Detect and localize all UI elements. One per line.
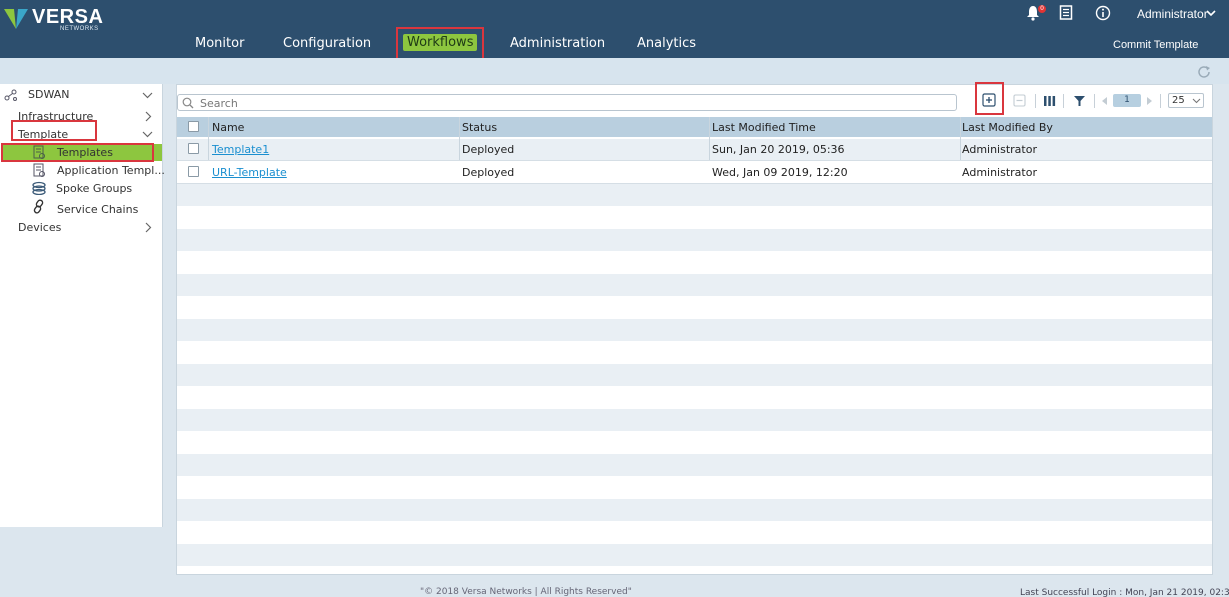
nav-monitor[interactable]: Monitor [195,36,244,51]
footer-last-login: Last Successful Login : Mon, Jan 21 2019… [1020,588,1229,597]
table-row-stripe [177,229,1212,251]
template-last-modified-time: Wed, Jan 09 2019, 12:20 [712,166,848,179]
template-name-link-text[interactable]: URL-Template [212,166,287,179]
task-list-icon[interactable] [1059,5,1073,20]
table-row-stripe [177,184,1212,206]
row-checkbox[interactable] [188,166,199,177]
table-row-stripe [177,364,1212,386]
toolbar-separator [1160,94,1161,108]
page-size-value: 25 [1172,95,1185,106]
top-header: VERSA NETWORKS Monitor Configuration Wor… [0,0,1229,58]
sdwan-network-icon [4,89,17,101]
service-chains-link-icon [33,199,44,214]
table-row-stripe [177,454,1212,476]
table-row[interactable]: Template1 Deployed Sun, Jan 20 2019, 05:… [177,138,1212,161]
page-size-select[interactable]: 25 [1168,93,1204,108]
versa-logo-icon [4,9,28,29]
columns-icon[interactable] [1043,95,1056,107]
template-last-modified-time: Sun, Jan 20 2019, 05:36 [712,143,845,156]
notification-badge: 0 [1038,5,1046,13]
brand-sub: NETWORKS [60,26,99,32]
table-row-stripe [177,544,1212,566]
devices-chevron-right-icon[interactable] [145,222,152,233]
sidebar-item-devices[interactable]: Devices [18,221,61,234]
template-status: Deployed [462,166,515,179]
sdwan-chevron-down-icon[interactable] [142,92,153,99]
prev-page-icon[interactable] [1101,96,1108,106]
toolbar-separator [1035,94,1036,108]
table-header: Name Status Last Modified Time Last Modi… [177,117,1212,137]
footer-copyright: "© 2018 Versa Networks | All Rights Rese… [420,587,632,597]
nav-administration[interactable]: Administration [510,36,605,51]
page-size-chevron-down-icon [1192,98,1201,104]
search-input[interactable]: Search [177,94,957,111]
table-row-stripe [177,319,1212,341]
sidebar-item-application-templates[interactable]: Application Templ... [57,164,165,177]
table-row[interactable]: URL-Template Deployed Wed, Jan 09 2019, … [177,161,1212,184]
highlight-add-button [975,82,1004,115]
template-name-link-text[interactable]: Template1 [212,143,269,156]
select-all-checkbox[interactable] [188,121,199,132]
toolbar-separator [1063,94,1064,108]
filter-icon[interactable] [1073,95,1086,107]
template-name-link[interactable]: URL-Template [212,166,287,179]
column-header-status[interactable]: Status [462,121,497,134]
row-checkbox[interactable] [188,143,199,154]
sub-toolbar [0,58,1229,84]
highlight-template [11,120,97,141]
table-row-stripe [177,274,1212,296]
highlight-templates [1,143,154,162]
commit-template-button[interactable]: Commit Template [1113,39,1198,51]
application-template-doc-icon [33,163,45,177]
nav-configuration[interactable]: Configuration [283,36,371,51]
spoke-groups-icon [32,181,46,195]
template-chevron-down-icon[interactable] [142,131,153,138]
page-number[interactable]: 1 [1113,94,1141,107]
column-header-name[interactable]: Name [212,121,244,134]
user-menu[interactable]: Administrator [1137,7,1208,21]
infrastructure-chevron-right-icon[interactable] [145,111,152,122]
template-last-modified-by: Administrator [962,143,1037,156]
next-page-icon[interactable] [1146,96,1153,106]
user-menu-chevron-down-icon[interactable] [1206,10,1216,17]
sidebar-item-spoke-groups[interactable]: Spoke Groups [56,182,132,195]
table-row-stripe [177,499,1212,521]
template-status: Deployed [462,143,515,156]
search-placeholder: Search [200,97,238,110]
info-icon[interactable] [1095,5,1111,21]
toolbar-separator [1094,94,1095,108]
sidebar-item-service-chains[interactable]: Service Chains [57,203,138,216]
sidebar-root-sdwan[interactable]: SDWAN [28,88,69,101]
refresh-icon[interactable] [1196,64,1212,80]
nav-analytics[interactable]: Analytics [637,36,696,51]
delete-minus-icon[interactable] [1013,94,1026,107]
table-row-stripe [177,409,1212,431]
template-last-modified-by: Administrator [962,166,1037,179]
versa-logo[interactable]: VERSA NETWORKS [4,4,114,34]
template-name-link[interactable]: Template1 [212,143,269,156]
column-header-last-modified-time[interactable]: Last Modified Time [712,121,816,134]
column-header-last-modified-by[interactable]: Last Modified By [962,121,1053,134]
search-icon [182,97,194,109]
